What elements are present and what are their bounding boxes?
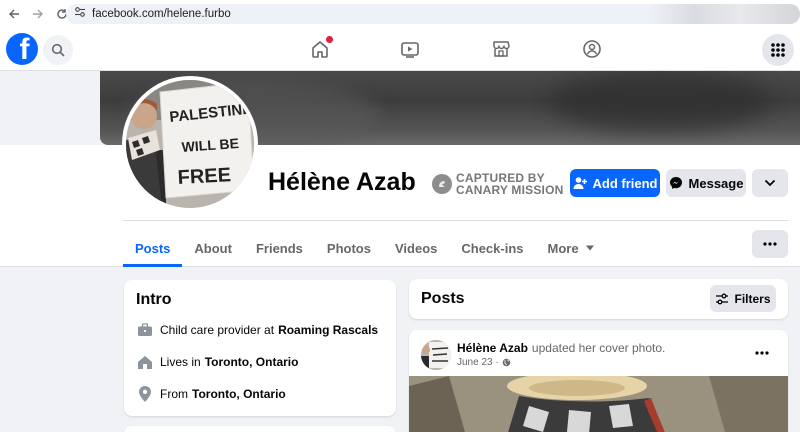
- tabs-more-options-button[interactable]: [752, 230, 788, 258]
- post-action-text: updated her cover photo.: [531, 341, 666, 355]
- tab-more[interactable]: More: [536, 229, 607, 267]
- filters-button[interactable]: Filters: [710, 285, 776, 312]
- address-bar[interactable]: facebook.com/helene.furbo: [66, 4, 800, 24]
- intro-work: Child care provider at Roaming Rascals: [136, 321, 378, 339]
- from-prefix: From: [160, 387, 188, 401]
- post-header-line: Hélène Azab updated her cover photo.: [457, 341, 665, 355]
- facebook-logo-icon[interactable]: f: [6, 33, 38, 65]
- add-friend-button[interactable]: Add friend: [570, 169, 660, 197]
- add-friend-icon: [573, 177, 587, 189]
- avatar-photo: PALESTINE WILL BE FREE: [126, 80, 254, 208]
- posts-title: Posts: [421, 290, 465, 307]
- video-icon: [401, 42, 419, 58]
- search-icon: [51, 43, 65, 57]
- captured-line-2: CANARY MISSION: [456, 183, 564, 197]
- tab-about[interactable]: About: [182, 229, 244, 267]
- post-meta: June 23 ·: [457, 357, 511, 368]
- photos-card: [124, 426, 396, 432]
- intro-lives: Lives in Toronto, Ontario: [136, 353, 298, 371]
- globe-icon: [502, 358, 510, 367]
- search-button[interactable]: [43, 35, 73, 65]
- intro-from: From Toronto, Ontario: [136, 385, 286, 403]
- caret-down-icon: [585, 245, 594, 251]
- message-button[interactable]: Message: [666, 169, 746, 197]
- intro-title: Intro: [136, 291, 172, 308]
- site-settings-icon[interactable]: [74, 5, 86, 23]
- map-pin-icon: [136, 385, 154, 403]
- messenger-icon: [669, 177, 682, 189]
- filters-label: Filters: [734, 291, 771, 306]
- tab-check-ins[interactable]: Check-ins: [449, 229, 535, 267]
- add-friend-label: Add friend: [592, 175, 658, 191]
- tab-posts[interactable]: Posts: [123, 229, 183, 267]
- from-place-link[interactable]: Toronto, Ontario: [192, 387, 286, 401]
- post-author-avatar[interactable]: [421, 340, 451, 370]
- grid-menu-icon: [771, 43, 785, 57]
- profile-divider: [123, 220, 788, 221]
- browser-toolbar: facebook.com/helene.furbo: [0, 0, 800, 28]
- menu-button[interactable]: [762, 34, 794, 66]
- tab-friends[interactable]: Friends: [244, 229, 315, 267]
- url-bar-blur: [650, 4, 800, 24]
- profile-avatar[interactable]: PALESTINE WILL BE FREE: [126, 80, 254, 208]
- post-options-button[interactable]: [748, 346, 776, 360]
- home-location-icon: [136, 353, 154, 371]
- profile-tabs: Posts About Friends Photos Videos Check-…: [123, 229, 607, 267]
- more-horizontal-icon: [763, 242, 777, 246]
- lives-prefix: Lives in: [160, 355, 201, 369]
- intro-card: Intro Child care provider at Roaming Ras…: [124, 280, 396, 416]
- work-prefix: Child care provider at: [160, 323, 275, 337]
- groups-icon: [583, 40, 601, 58]
- lives-place-link[interactable]: Toronto, Ontario: [205, 355, 299, 369]
- home-nav-button[interactable]: [309, 36, 333, 60]
- more-horizontal-icon: [755, 351, 769, 355]
- marketplace-icon: [493, 41, 510, 57]
- notification-dot: [326, 36, 333, 43]
- post-date-link[interactable]: June 23 ·: [457, 357, 499, 368]
- chevron-down-icon: [764, 179, 776, 187]
- post-card: Hélène Azab updated her cover photo. Jun…: [409, 330, 788, 432]
- captured-badge: CAPTURED BY CANARY MISSION: [432, 172, 563, 196]
- url-text[interactable]: facebook.com/helene.furbo: [92, 8, 231, 20]
- forward-icon[interactable]: [28, 4, 48, 24]
- facebook-header: f: [0, 28, 800, 71]
- briefcase-icon: [136, 321, 154, 339]
- marketplace-nav-button[interactable]: [490, 38, 512, 60]
- tab-photos[interactable]: Photos: [315, 229, 383, 267]
- work-place-link[interactable]: Roaming Rascals: [278, 323, 378, 337]
- canary-mission-icon: [432, 174, 452, 194]
- groups-nav-button[interactable]: [581, 38, 603, 60]
- message-label: Message: [688, 175, 744, 191]
- filter-sliders-icon: [716, 293, 729, 304]
- sign-line-3: FREE: [177, 164, 231, 189]
- profile-more-dropdown[interactable]: [752, 169, 788, 197]
- post-author-link[interactable]: Hélène Azab: [457, 341, 528, 355]
- profile-name: Hélène Azab: [268, 168, 416, 196]
- post-photo[interactable]: [409, 376, 788, 432]
- tab-videos[interactable]: Videos: [383, 229, 449, 267]
- video-nav-button[interactable]: [399, 38, 421, 60]
- back-icon[interactable]: [4, 4, 24, 24]
- posts-header-card: Posts Filters: [409, 279, 788, 319]
